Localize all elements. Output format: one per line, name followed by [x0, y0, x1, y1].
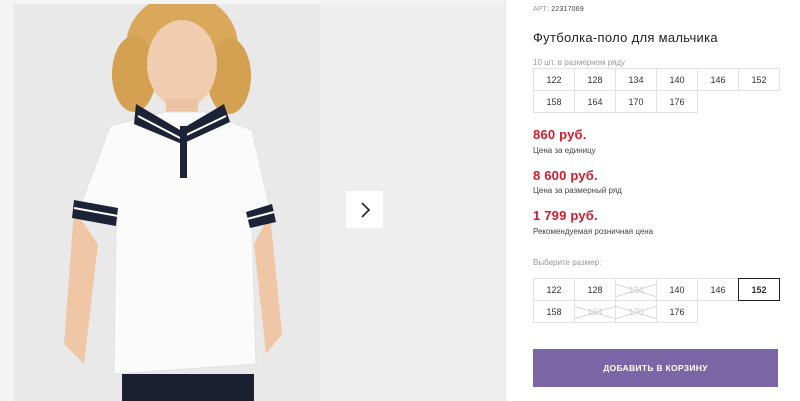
product-photo: [14, 4, 320, 401]
product-title: Футболка-поло для мальчика: [533, 30, 718, 45]
chevron-right-icon: [360, 201, 370, 218]
size-option-unavailable: 134: [615, 278, 657, 301]
panel-divider: [505, 0, 506, 401]
size-option-unavailable: 164: [574, 300, 616, 323]
pack-price-label: Цена за размерный ряд: [533, 186, 622, 195]
size-option[interactable]: 122: [533, 278, 575, 301]
unit-price: 860 руб.: [533, 127, 587, 142]
size-option[interactable]: 158: [533, 300, 575, 323]
sku: АРТ: 22317069: [533, 6, 584, 13]
retail-price-label: Рекомендуемая розничная цена: [533, 227, 654, 236]
pack-price: 8 600 руб.: [533, 168, 598, 183]
pack-size-cell: 122: [533, 68, 575, 91]
size-option-unavailable: 170: [615, 300, 657, 323]
pack-size-cell: 140: [656, 68, 698, 91]
pack-size-cell: 146: [697, 68, 739, 91]
size-picker-label: Выберите размер:: [533, 258, 602, 267]
pack-size-cell: 134: [615, 68, 657, 91]
add-to-cart-button[interactable]: Добавить в корзину: [533, 349, 778, 387]
size-option[interactable]: 146: [697, 278, 739, 301]
size-option-selected[interactable]: 152: [738, 278, 780, 301]
pack-size-cell: 152: [738, 68, 780, 91]
size-option[interactable]: 176: [656, 300, 698, 323]
product-gallery: [0, 0, 505, 401]
sku-label: АРТ:: [533, 6, 550, 13]
pack-size-cell: 158: [533, 90, 575, 113]
size-picker: 122 128 134 140 146 152 158 164 170 176: [533, 278, 781, 323]
pack-size-cell: 176: [656, 90, 698, 113]
size-option[interactable]: 128: [574, 278, 616, 301]
size-option[interactable]: 140: [656, 278, 698, 301]
retail-price: 1 799 руб.: [533, 208, 598, 223]
pack-size-cell: 170: [615, 90, 657, 113]
unit-price-label: Цена за единицу: [533, 146, 596, 155]
pack-note: 10 шт. в размерном ряду: [533, 58, 626, 67]
pack-size-cell: 128: [574, 68, 616, 91]
sku-value: 22317069: [551, 6, 584, 13]
pack-size-grid: 122 128 134 140 146 152 158 164 170 176: [533, 68, 781, 113]
pack-size-cell: 164: [574, 90, 616, 113]
gallery-next-button[interactable]: [346, 191, 383, 228]
product-photo-illustration: [14, 4, 320, 401]
